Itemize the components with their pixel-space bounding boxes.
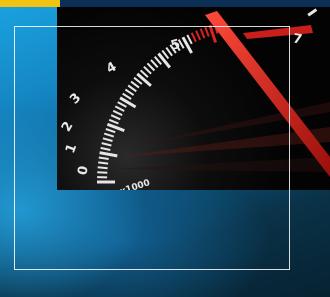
- thin-white-frame: [14, 26, 290, 270]
- yellow-accent-strip: [0, 0, 60, 7]
